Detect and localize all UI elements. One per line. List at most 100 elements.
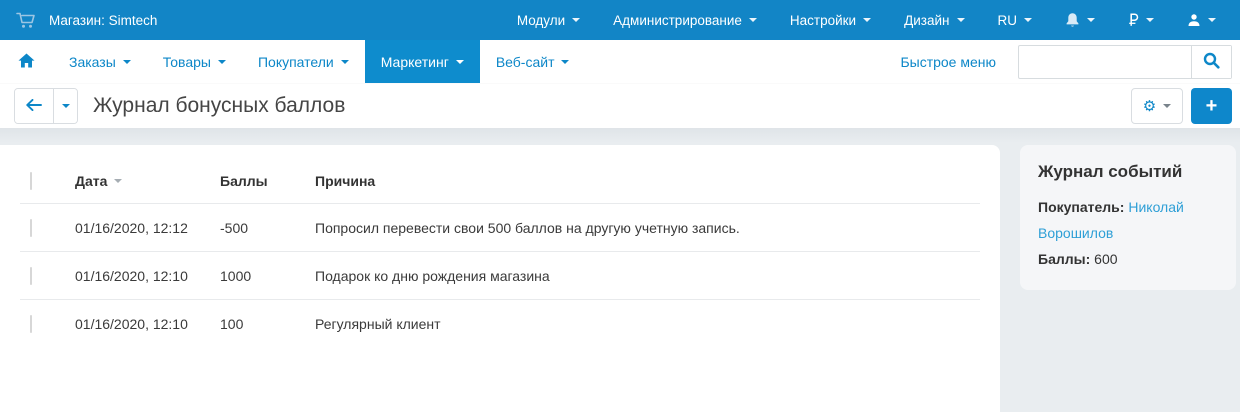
search-button[interactable] — [1191, 46, 1231, 78]
chevron-down-icon — [1208, 18, 1216, 22]
reason-cell: Попросил перевести свои 500 баллов на др… — [315, 220, 980, 236]
home-icon — [18, 53, 35, 71]
topbar-menu-label: Дизайн — [904, 13, 949, 28]
customer-label: Покупатель: — [1038, 199, 1124, 215]
chevron-down-icon — [341, 60, 349, 64]
chevron-down-icon — [561, 60, 569, 64]
nav-item-orders[interactable]: Заказы — [53, 40, 147, 83]
date-cell: 01/16/2020, 12:10 — [75, 316, 220, 332]
navbar-right: Быстрое меню — [900, 40, 1232, 83]
search-icon — [1203, 52, 1220, 72]
checkbox-cell — [20, 220, 75, 236]
store-label: Магазин: Simtech — [49, 13, 157, 28]
column-header-points[interactable]: Баллы — [220, 173, 315, 189]
topbar-menu-administration[interactable]: Администрирование — [613, 13, 757, 28]
topbar-menu-design[interactable]: Дизайн — [904, 13, 964, 28]
chevron-down-icon — [1146, 18, 1154, 22]
points-value: 600 — [1094, 251, 1117, 267]
points-cell: 100 — [220, 316, 315, 332]
chevron-down-icon — [1087, 18, 1095, 22]
cart-icon — [16, 12, 36, 29]
column-label: Дата — [75, 173, 107, 189]
topbar-menu-label: Модули — [517, 13, 565, 28]
topbar-menu-label: Администрирование — [613, 13, 742, 28]
page-actions: ⚙ + — [1131, 88, 1232, 124]
topbar-menu-account[interactable] — [1187, 13, 1216, 27]
nav-item-website[interactable]: Веб-сайт — [480, 40, 586, 83]
topbar-menu-currency[interactable] — [1128, 13, 1154, 27]
select-all-cell — [20, 173, 75, 189]
page-header: Журнал бонусных баллов ⚙ + — [0, 84, 1240, 128]
date-cell: 01/16/2020, 12:10 — [75, 268, 220, 284]
table-row: 01/16/2020, 12:12 -500 Попросил перевест… — [20, 204, 980, 252]
content-area: Дата Баллы Причина 01/16/2020, 12:12 -50… — [0, 128, 1240, 412]
search-group — [1018, 45, 1232, 79]
user-icon — [1187, 13, 1201, 27]
settings-gear-button[interactable]: ⚙ — [1131, 88, 1183, 124]
card-body: Покупатель: Николай Ворошилов Баллы: 600 — [1038, 195, 1218, 273]
topbar-menu-addons[interactable]: Модули — [517, 13, 580, 28]
nav-item-customers[interactable]: Покупатели — [242, 40, 365, 83]
sidebar-column: Журнал событий Покупатель: Николай Ворош… — [1000, 145, 1240, 412]
chevron-down-icon — [1163, 104, 1171, 108]
topbar-menu-settings[interactable]: Настройки — [790, 13, 871, 28]
nav-item-label: Веб-сайт — [496, 54, 555, 70]
reason-cell: Регулярный клиент — [315, 316, 980, 332]
add-button[interactable]: + — [1191, 88, 1232, 124]
nav-item-label: Маркетинг — [381, 54, 449, 70]
column-header-date[interactable]: Дата — [75, 173, 220, 189]
nav-item-label: Товары — [163, 54, 211, 70]
home-button[interactable] — [0, 40, 53, 83]
nav-item-label: Покупатели — [258, 54, 334, 70]
back-button-group — [14, 88, 78, 124]
chevron-down-icon — [957, 18, 965, 22]
topbar-menu-label: RU — [998, 13, 1018, 28]
event-log-card: Журнал событий Покупатель: Николай Ворош… — [1020, 145, 1236, 290]
chevron-down-icon — [863, 18, 871, 22]
chevron-down-icon — [572, 18, 580, 22]
topbar-menu-notifications[interactable] — [1065, 12, 1095, 28]
topbar-menu-language[interactable]: RU — [998, 13, 1033, 28]
checkbox-cell — [20, 316, 75, 332]
table-row: 01/16/2020, 12:10 1000 Подарок ко дню ро… — [20, 252, 980, 300]
chevron-down-icon — [749, 18, 757, 22]
topbar-menu-label: Настройки — [790, 13, 856, 28]
back-history-dropdown[interactable] — [53, 89, 77, 123]
search-input[interactable] — [1019, 46, 1191, 78]
sort-desc-icon — [114, 179, 122, 183]
select-all-checkbox[interactable] — [30, 172, 32, 190]
main-navbar: Заказы Товары Покупатели Маркетинг Веб-с… — [0, 40, 1240, 84]
row-checkbox[interactable] — [30, 267, 32, 285]
store-selector[interactable]: Магазин: Simtech — [16, 12, 157, 29]
arrow-left-icon — [26, 99, 42, 114]
back-button[interactable] — [15, 89, 53, 123]
points-cell: 1000 — [220, 268, 315, 284]
date-cell: 01/16/2020, 12:12 — [75, 220, 220, 236]
table-header-row: Дата Баллы Причина — [20, 159, 980, 204]
checkbox-cell — [20, 268, 75, 284]
card-title: Журнал событий — [1038, 162, 1218, 182]
row-checkbox[interactable] — [30, 315, 32, 333]
chevron-down-icon — [123, 60, 131, 64]
points-label: Баллы: — [1038, 251, 1090, 267]
ruble-currency-icon — [1128, 13, 1139, 27]
topbar: Магазин: Simtech Модули Администрировани… — [0, 0, 1240, 40]
column-header-reason[interactable]: Причина — [315, 173, 980, 189]
table-row: 01/16/2020, 12:10 100 Регулярный клиент — [20, 300, 980, 347]
points-cell: -500 — [220, 220, 315, 236]
reason-cell: Подарок ко дню рождения магазина — [315, 268, 980, 284]
bell-icon — [1065, 12, 1080, 28]
gear-icon: ⚙ — [1143, 99, 1156, 114]
chevron-down-icon — [62, 104, 70, 108]
quick-menu-link[interactable]: Быстрое меню — [900, 54, 996, 70]
nav-item-marketing[interactable]: Маркетинг — [365, 40, 480, 83]
chevron-down-icon — [1024, 18, 1032, 22]
chevron-down-icon — [218, 60, 226, 64]
chevron-down-icon — [456, 60, 464, 64]
page-title: Журнал бонусных баллов — [93, 94, 345, 118]
topbar-menu: Модули Администрирование Настройки Дизай… — [517, 12, 1216, 28]
row-checkbox[interactable] — [30, 219, 32, 237]
points-log-panel: Дата Баллы Причина 01/16/2020, 12:12 -50… — [0, 145, 1000, 412]
nav-item-label: Заказы — [69, 54, 116, 70]
nav-item-products[interactable]: Товары — [147, 40, 242, 83]
